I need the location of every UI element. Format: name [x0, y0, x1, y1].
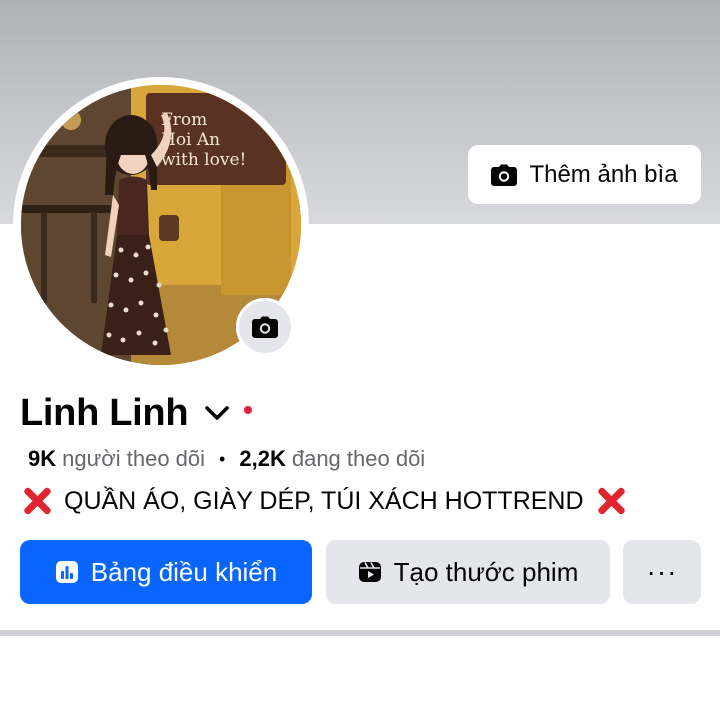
profile-bio: QUẦN ÁO, GIÀY DÉP, TÚI XÁCH HOTTREND	[20, 484, 628, 518]
more-options-label: ···	[646, 556, 678, 587]
profile-name-row: Linh Linh	[20, 389, 253, 437]
dashboard-label: Bảng điều khiển	[90, 556, 278, 587]
profile-name: Linh Linh	[20, 391, 189, 434]
follow-stats: 9K người theo dõi • 2,2K đang theo dõi	[28, 446, 425, 472]
following-count[interactable]: 2,2K	[239, 446, 285, 472]
camera-icon	[252, 316, 278, 338]
following-label[interactable]: đang theo dõi	[292, 446, 425, 472]
sign-text-line3: with love!	[161, 150, 246, 170]
create-reel-label: Tạo thước phim	[393, 556, 579, 587]
more-options-button[interactable]: ···	[623, 540, 701, 604]
bio-text: QUẦN ÁO, GIÀY DÉP, TÚI XÁCH HOTTREND	[64, 486, 584, 515]
stats-separator: •	[219, 448, 226, 469]
bar-chart-icon	[55, 561, 78, 583]
camera-icon	[491, 164, 518, 186]
create-reel-button[interactable]: Tạo thước phim	[326, 540, 610, 604]
followers-label[interactable]: người theo dõi	[62, 446, 205, 472]
add-cover-photo-label: Thêm ảnh bìa	[529, 160, 678, 188]
reel-icon	[358, 562, 381, 582]
change-avatar-button[interactable]	[236, 298, 294, 356]
cross-mark-icon	[20, 484, 54, 518]
followers-count[interactable]: 9K	[28, 446, 56, 472]
dashboard-button[interactable]: Bảng điều khiển	[20, 540, 312, 604]
cross-mark-icon	[594, 484, 628, 518]
profile-page: Thêm ảnh bìa From Hoi An with love! Linh…	[0, 0, 720, 720]
status-dot	[244, 406, 253, 414]
feed-area	[0, 636, 720, 720]
add-cover-photo-button[interactable]: Thêm ảnh bìa	[468, 145, 701, 204]
chevron-down-icon[interactable]	[204, 403, 230, 423]
